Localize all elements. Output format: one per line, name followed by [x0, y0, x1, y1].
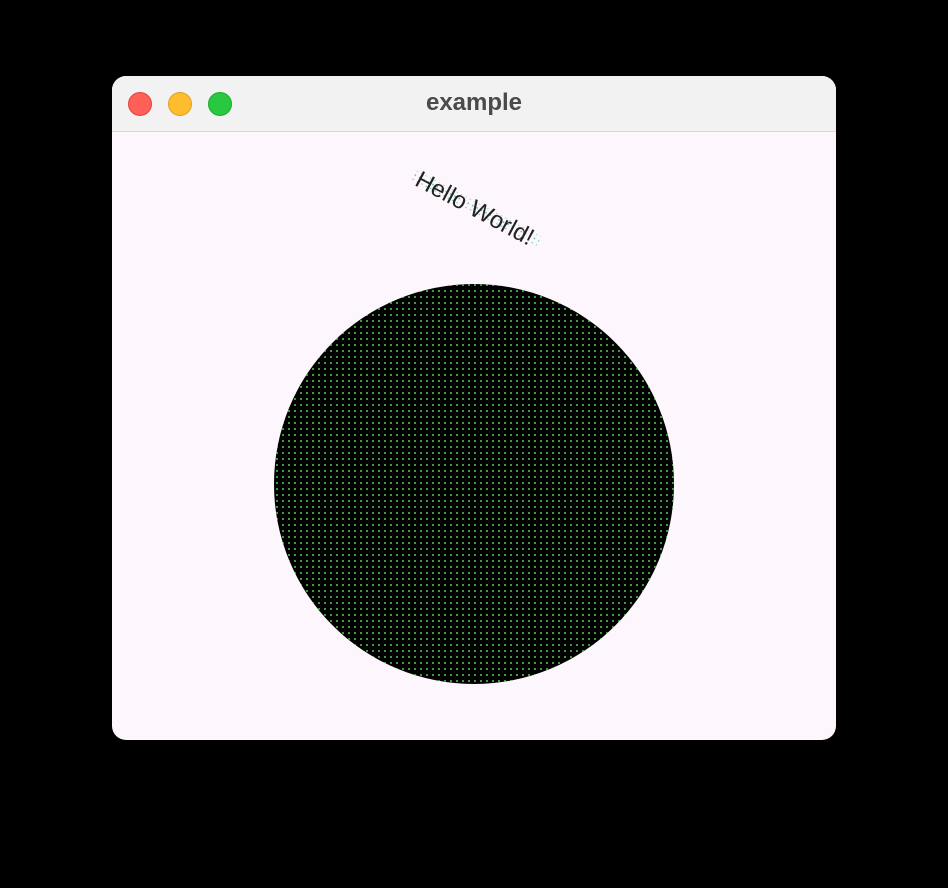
circle-dot-pattern [274, 284, 674, 684]
drawing-canvas: Hello World! [274, 166, 674, 684]
app-window: example Hello World! [112, 76, 836, 740]
window-title: example [425, 89, 523, 116]
canvas-area: Hello World! [112, 132, 836, 740]
greeting-group: Hello World! [409, 166, 542, 251]
dotted-circle [274, 284, 674, 684]
title-bar[interactable]: example [112, 76, 836, 132]
greeting-text: Hello World! [411, 166, 539, 251]
